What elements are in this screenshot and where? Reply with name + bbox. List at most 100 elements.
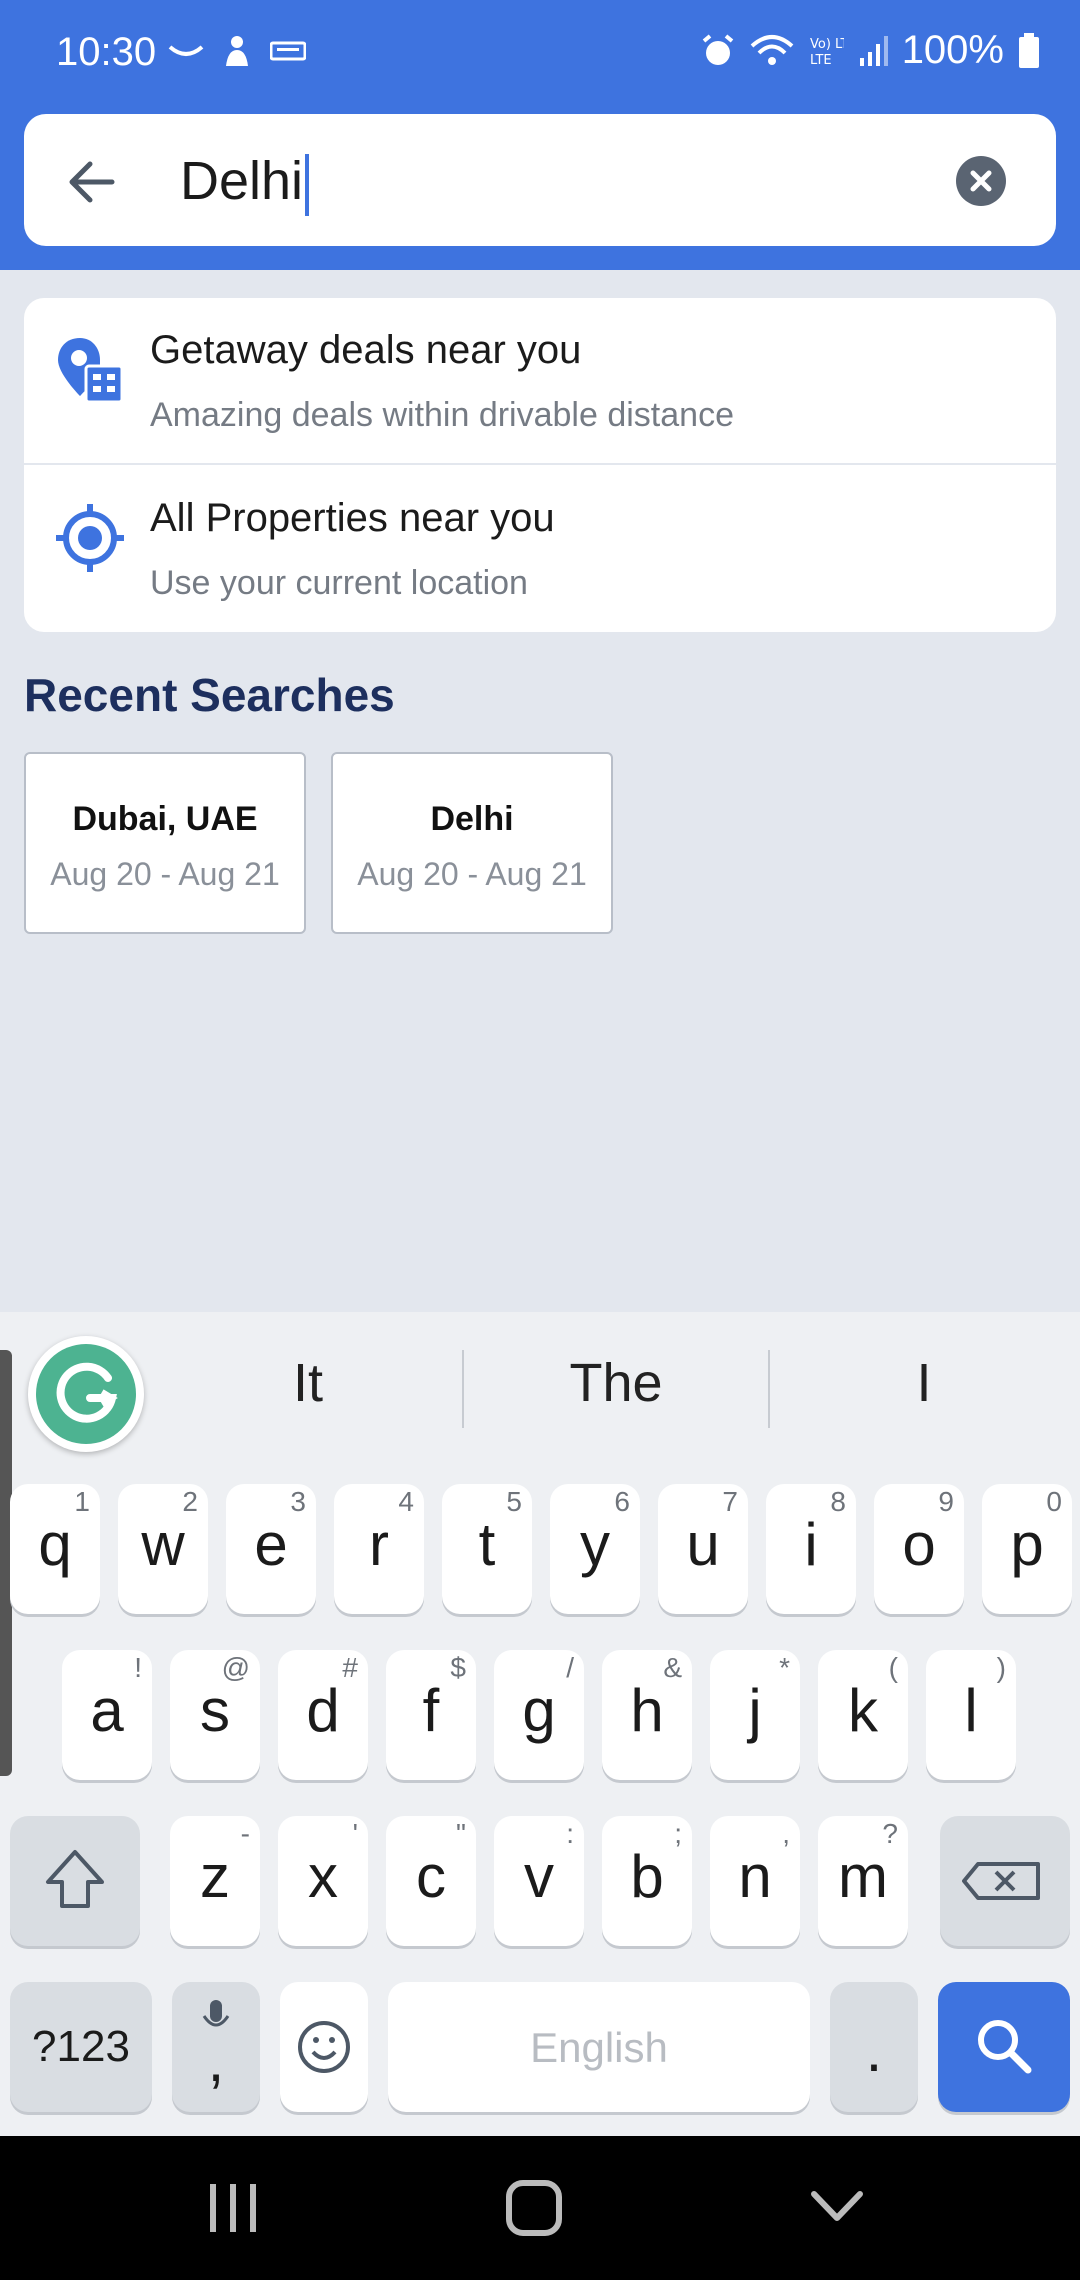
search-bar[interactable]: Delhi bbox=[24, 114, 1056, 246]
key-t[interactable]: t5 bbox=[442, 1484, 532, 1614]
key-label: y bbox=[580, 1511, 610, 1578]
key-o[interactable]: o9 bbox=[874, 1484, 964, 1614]
wifi-icon bbox=[750, 34, 794, 65]
key-hint: @ bbox=[221, 1652, 250, 1683]
recent-search-item[interactable]: Dubai, UAE Aug 20 - Aug 21 bbox=[24, 752, 306, 934]
alarm-icon bbox=[702, 33, 733, 65]
search-icon bbox=[978, 2020, 1032, 2074]
key-hint: 7 bbox=[722, 1486, 738, 1517]
comma-mic-key[interactable]: , bbox=[172, 1982, 260, 2112]
key-j[interactable]: j * bbox=[710, 1650, 800, 1780]
status-bar: 10:30 Vo) LTELTE 100% bbox=[0, 0, 1080, 110]
key-f[interactable]: f $ bbox=[386, 1650, 476, 1780]
key-n[interactable]: n, bbox=[710, 1816, 800, 1946]
key-hint: - bbox=[240, 1818, 250, 1849]
key-hint: ; bbox=[674, 1818, 682, 1849]
chevron-down-icon[interactable] bbox=[808, 2186, 866, 2226]
key-d[interactable]: d # bbox=[278, 1650, 368, 1780]
key-label: r bbox=[369, 1511, 389, 1578]
space-key[interactable]: English bbox=[388, 1982, 810, 2112]
suggestion-subtitle: Use your current location bbox=[150, 564, 528, 602]
recent-search-title: Delhi bbox=[430, 800, 514, 838]
key-hint: 5 bbox=[506, 1486, 522, 1517]
suggestion-subtitle: Amazing deals within drivable distance bbox=[150, 396, 734, 434]
key-z[interactable]: z- bbox=[170, 1816, 260, 1946]
key-i[interactable]: i8 bbox=[766, 1484, 856, 1614]
key-e[interactable]: e3 bbox=[226, 1484, 316, 1614]
key-p[interactable]: p0 bbox=[982, 1484, 1072, 1614]
key-label: g bbox=[522, 1677, 556, 1744]
arrow-left-icon[interactable] bbox=[62, 152, 122, 212]
key-label: a bbox=[90, 1677, 124, 1744]
key-label: h bbox=[630, 1677, 664, 1744]
prediction-2[interactable]: The bbox=[466, 1352, 766, 1414]
key-h[interactable]: h & bbox=[602, 1650, 692, 1780]
suggestion-getaway-deals[interactable]: Getaway deals near you Amazing deals wit… bbox=[24, 298, 1056, 465]
key-g[interactable]: g / bbox=[494, 1650, 584, 1780]
key-a[interactable]: a! bbox=[62, 1650, 152, 1780]
space-key-label: English bbox=[530, 2024, 668, 2071]
backspace-key[interactable] bbox=[940, 1816, 1070, 1946]
recent-searches-heading: Recent Searches bbox=[24, 669, 395, 721]
key-label: z bbox=[200, 1843, 230, 1910]
key-q[interactable]: q1 bbox=[10, 1484, 100, 1614]
volte-icon: Vo) LTELTE bbox=[810, 37, 844, 68]
clear-circle-icon[interactable] bbox=[956, 156, 1006, 206]
grammarly-button[interactable] bbox=[28, 1336, 144, 1452]
key-label: x bbox=[308, 1843, 338, 1910]
suggestion-title: Getaway deals near you bbox=[150, 328, 582, 372]
key-b[interactable]: b; bbox=[602, 1816, 692, 1946]
prediction-1[interactable]: It bbox=[158, 1352, 458, 1414]
emoji-icon bbox=[298, 2021, 350, 2073]
symbols-key[interactable]: ?123 bbox=[10, 1982, 152, 2112]
smile-notification-icon bbox=[168, 45, 204, 56]
key-label: d bbox=[306, 1677, 340, 1744]
key-label: s bbox=[200, 1677, 230, 1744]
key-hint: 8 bbox=[830, 1486, 846, 1517]
key-x[interactable]: x ' bbox=[278, 1816, 368, 1946]
key-label: m bbox=[838, 1843, 888, 1910]
search-key[interactable] bbox=[938, 1982, 1070, 2112]
signal-icon bbox=[859, 35, 888, 66]
period-key-label: . bbox=[865, 2017, 883, 2084]
key-v[interactable]: v: bbox=[494, 1816, 584, 1946]
key-label: w bbox=[141, 1511, 185, 1578]
recent-search-dates: Aug 20 - Aug 21 bbox=[357, 856, 587, 892]
key-m[interactable]: m? bbox=[818, 1816, 908, 1946]
key-hint: 2 bbox=[182, 1486, 198, 1517]
recent-search-item[interactable]: Delhi Aug 20 - Aug 21 bbox=[331, 752, 613, 934]
key-hint: * bbox=[779, 1652, 790, 1683]
key-label: n bbox=[738, 1843, 772, 1910]
key-label: o bbox=[902, 1511, 936, 1578]
shift-key[interactable] bbox=[10, 1816, 140, 1946]
key-r[interactable]: r4 bbox=[334, 1484, 424, 1614]
key-w[interactable]: w2 bbox=[118, 1484, 208, 1614]
recent-search-dates: Aug 20 - Aug 21 bbox=[50, 856, 280, 892]
app-notification-icon bbox=[226, 36, 248, 66]
text-cursor bbox=[305, 153, 310, 216]
key-s[interactable]: s @ bbox=[170, 1650, 260, 1780]
prediction-3[interactable]: I bbox=[774, 1352, 1074, 1414]
search-input[interactable]: Delhi bbox=[180, 146, 310, 216]
key-label: q bbox=[38, 1511, 72, 1578]
keyboard-notification-icon bbox=[270, 41, 306, 61]
key-label: i bbox=[804, 1511, 818, 1578]
period-key[interactable]: . bbox=[830, 1982, 918, 2112]
key-hint: " bbox=[456, 1818, 466, 1849]
key-label: f bbox=[422, 1677, 440, 1744]
emoji-key[interactable] bbox=[280, 1982, 368, 2112]
key-hint: 6 bbox=[614, 1486, 630, 1517]
home-icon[interactable] bbox=[504, 2178, 564, 2238]
key-c[interactable]: c " bbox=[386, 1816, 476, 1946]
suggestions-card: Getaway deals near you Amazing deals wit… bbox=[24, 298, 1056, 632]
key-label: u bbox=[686, 1511, 720, 1578]
grammarly-logo-icon bbox=[36, 1344, 136, 1444]
key-y[interactable]: y6 bbox=[550, 1484, 640, 1614]
key-l[interactable]: l) bbox=[926, 1650, 1016, 1780]
key-label: e bbox=[254, 1511, 288, 1578]
recent-apps-icon[interactable] bbox=[206, 2180, 260, 2236]
key-label: k bbox=[848, 1677, 878, 1744]
key-u[interactable]: u7 bbox=[658, 1484, 748, 1614]
suggestion-all-properties[interactable]: All Properties near you Use your current… bbox=[24, 466, 1056, 632]
key-k[interactable]: k( bbox=[818, 1650, 908, 1780]
